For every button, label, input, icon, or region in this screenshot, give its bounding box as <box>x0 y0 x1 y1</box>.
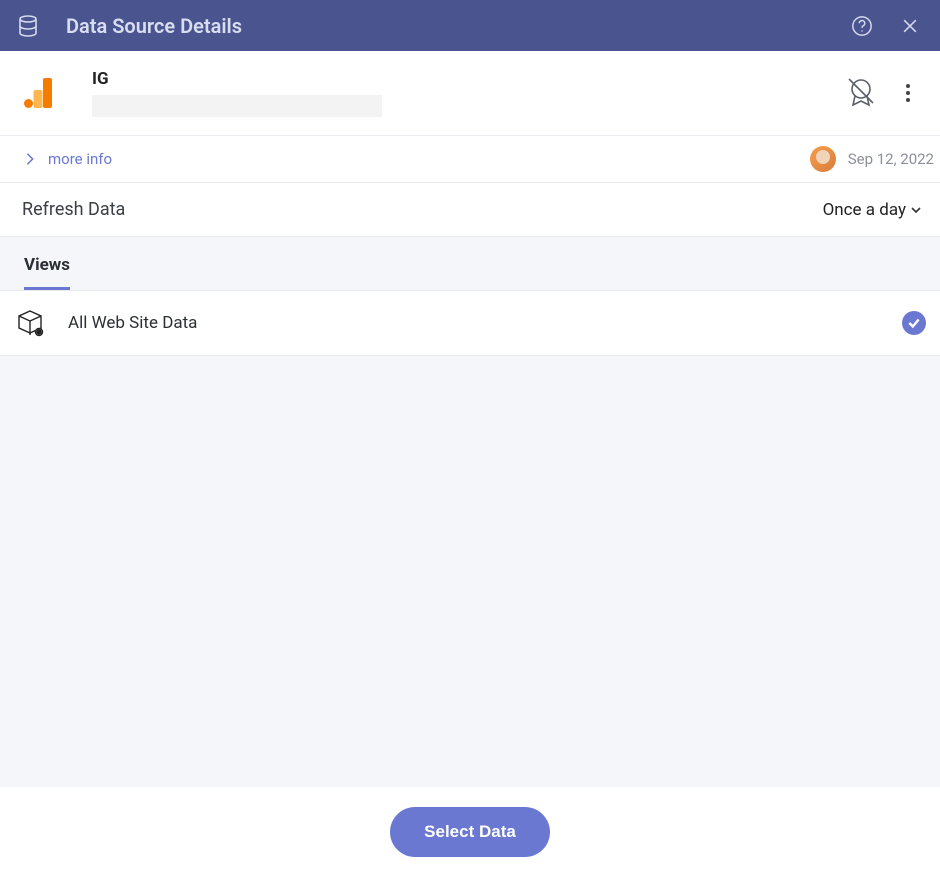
select-data-button[interactable]: Select Data <box>390 807 550 857</box>
help-icon[interactable] <box>850 14 874 38</box>
refresh-row: Refresh Data Once a day <box>0 183 940 237</box>
chevron-down-icon <box>910 204 922 216</box>
cube-view-icon <box>16 309 44 337</box>
view-row[interactable]: All Web Site Data <box>0 291 940 356</box>
database-icon <box>18 15 38 37</box>
chevron-right-icon[interactable] <box>22 151 38 167</box>
tab-bar: Views <box>0 237 940 291</box>
avatar[interactable] <box>810 146 836 172</box>
source-header: IG <box>0 51 940 136</box>
more-menu-icon[interactable] <box>898 83 918 103</box>
created-date: Sep 12, 2022 <box>848 150 934 168</box>
meta-row: more info Sep 12, 2022 <box>0 136 940 183</box>
check-badge-icon <box>902 311 926 335</box>
page-title: Data Source Details <box>66 14 826 38</box>
more-info-link[interactable]: more info <box>48 150 112 168</box>
footer: Select Data <box>0 787 940 883</box>
source-subtitle-redacted <box>92 95 382 117</box>
titlebar: Data Source Details <box>0 0 940 51</box>
source-name: IG <box>92 69 844 89</box>
google-analytics-icon <box>24 78 52 108</box>
certificate-icon[interactable] <box>844 76 878 110</box>
refresh-value-text: Once a day <box>823 200 906 220</box>
view-name: All Web Site Data <box>68 313 902 333</box>
refresh-label: Refresh Data <box>22 199 823 220</box>
empty-area <box>0 356 940 787</box>
refresh-frequency-dropdown[interactable]: Once a day <box>823 200 922 220</box>
tab-views[interactable]: Views <box>24 255 70 290</box>
close-icon[interactable] <box>898 14 922 38</box>
